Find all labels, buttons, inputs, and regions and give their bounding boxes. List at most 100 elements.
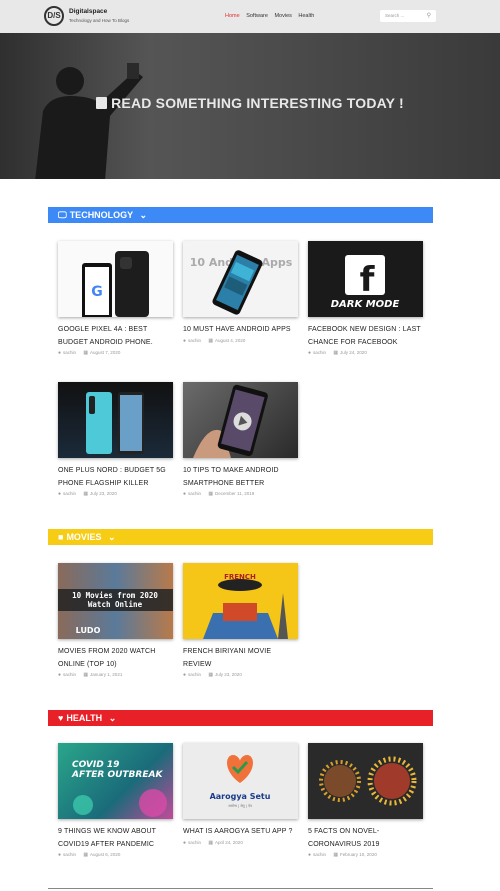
calendar-icon: ▦	[208, 491, 214, 497]
oneplus-nord-image	[86, 392, 144, 454]
user-icon: ●	[308, 852, 312, 858]
thumb-text: DARK MODE	[331, 299, 400, 310]
calendar-icon: ▦	[333, 852, 339, 858]
post-thumbnail[interactable]: 10 Movies from 2020 Watch Online LUDO	[58, 563, 173, 639]
svg-text:Watch Online: Watch Online	[88, 600, 143, 609]
search-input[interactable]: Search ... ⚲	[380, 10, 436, 22]
site-header: D/S Digitalspace Technology and How To B…	[0, 0, 500, 33]
search-icon[interactable]: ⚲	[427, 12, 431, 19]
facebook-dark-mode-image: f DARK MODE	[331, 255, 400, 310]
post-title[interactable]: ONE PLUS NORD : BUDGET 5G PHONE FLAGSHIP…	[58, 465, 173, 490]
post-card[interactable]: FRENCH FRENCH BIRIYANI MOVIE REVIEW ● sac…	[183, 563, 298, 678]
post-title[interactable]: 9 THINGS WE KNOW ABOUT COVID19 AFTER PAN…	[58, 826, 173, 851]
post-title[interactable]: FACEBOOK NEW DESIGN : LAST CHANCE FOR FA…	[308, 324, 423, 349]
section-title: HEALTH	[66, 713, 103, 723]
calendar-icon: ▦	[83, 852, 89, 858]
post-card[interactable]: 5 FACTS ON NOVEL-CORONAVIRUS 2019 ● sachi…	[308, 743, 423, 858]
post-thumbnail[interactable]: 10 Android Apps	[183, 241, 298, 317]
nav-software[interactable]: Software	[246, 13, 268, 19]
post-thumbnail[interactable]: COVID 19 AFTER OUTBREAK	[58, 743, 173, 819]
post-card[interactable]: 10 TIPS TO MAKE ANDROID SMARTPHONE BETTE…	[183, 382, 298, 497]
nav-health[interactable]: Health	[298, 13, 314, 19]
section-bar-movies[interactable]: ■ MOVIES ⌄	[48, 529, 433, 545]
post-title[interactable]: MOVIES FROM 2020 WATCH ONLINE (TOP 10)	[58, 646, 173, 671]
nav-home[interactable]: Home	[225, 13, 240, 19]
book-icon	[96, 97, 108, 109]
video-camera-icon: ■	[58, 532, 64, 542]
post-meta: ● sachin ▦ February 10, 2020	[308, 852, 423, 858]
post-thumbnail[interactable]	[308, 743, 423, 819]
user-icon: ●	[183, 672, 187, 678]
post-card[interactable]: Aarogya Setu आरोग्य | सेतु | ऐप WHAT IS …	[183, 743, 298, 846]
post-thumbnail[interactable]	[183, 382, 298, 458]
post-author[interactable]: sachin	[188, 491, 201, 496]
user-icon: ●	[58, 852, 62, 858]
site-tagline: Technology and How To Blogs	[69, 18, 130, 23]
android-apps-image: 10 Android Apps	[190, 250, 293, 315]
nav-movies[interactable]: Movies	[274, 13, 291, 19]
site-brand[interactable]: Digitalspace	[69, 8, 107, 15]
post-card[interactable]: COVID 19 AFTER OUTBREAK 9 THINGS WE KNOW…	[58, 743, 173, 858]
svg-text:AFTER OUTBREAK: AFTER OUTBREAK	[71, 770, 163, 780]
section-bar-health[interactable]: ♥ HEALTH ⌄	[48, 710, 433, 726]
post-thumbnail[interactable]	[58, 382, 173, 458]
post-meta: ● sachin ▦ December 11, 2019	[183, 491, 298, 497]
post-card[interactable]: 10 Movies from 2020 Watch Online LUDO MO…	[58, 563, 173, 678]
post-card[interactable]: ONE PLUS NORD : BUDGET 5G PHONE FLAGSHIP…	[58, 382, 173, 497]
calendar-icon: ▦	[83, 491, 89, 497]
user-icon: ●	[58, 350, 62, 356]
post-card[interactable]: G GOOGLE PIXEL 4A : BEST BUDGET ANDROID …	[58, 241, 173, 356]
calendar-icon: ▦	[83, 672, 89, 678]
post-meta: ● sachin ▦ August 7, 2020	[58, 350, 173, 356]
post-author[interactable]: sachin	[63, 350, 76, 355]
heartbeat-icon: ♥	[58, 713, 64, 723]
french-biriyani-poster-image: FRENCH	[203, 573, 288, 639]
post-meta: ● sachin ▦ January 1, 2021	[58, 672, 173, 678]
covid-outbreak-image: COVID 19 AFTER OUTBREAK	[71, 760, 167, 817]
svg-text:Aarogya Setu: Aarogya Setu	[210, 792, 271, 801]
post-author[interactable]: sachin	[63, 672, 76, 677]
post-author[interactable]: sachin	[188, 840, 201, 845]
post-author[interactable]: sachin	[313, 852, 326, 857]
post-author[interactable]: sachin	[313, 350, 326, 355]
movies-collage-image: 10 Movies from 2020 Watch Online LUDO	[58, 589, 173, 635]
post-date: February 10, 2020	[340, 852, 377, 857]
post-meta: ● sachin ▦ August 6, 2020	[58, 852, 173, 858]
post-title[interactable]: 5 FACTS ON NOVEL-CORONAVIRUS 2019	[308, 826, 423, 851]
post-author[interactable]: sachin	[188, 672, 201, 677]
svg-text:आरोग्य | सेतु | ऐप: आरोग्य | सेतु | ऐप	[228, 803, 253, 808]
user-icon: ●	[183, 491, 187, 497]
post-author[interactable]: sachin	[63, 491, 76, 496]
monitor-icon: 🖵	[58, 210, 67, 220]
post-title[interactable]: WHAT IS AAROGYA SETU APP ?	[183, 826, 298, 839]
aarogya-setu-image: Aarogya Setu आरोग्य | सेतु | ऐप	[210, 755, 271, 808]
post-date: July 23, 2020	[215, 672, 242, 677]
post-date: January 1, 2021	[90, 672, 123, 677]
post-date: December 11, 2019	[215, 491, 255, 496]
post-author[interactable]: sachin	[188, 338, 201, 343]
svg-text:COVID 19: COVID 19	[72, 760, 119, 770]
post-thumbnail[interactable]: Aarogya Setu आरोग्य | सेतु | ऐप	[183, 743, 298, 819]
post-thumbnail[interactable]: G	[58, 241, 173, 317]
post-thumbnail[interactable]: f DARK MODE	[308, 241, 423, 317]
post-title[interactable]: FRENCH BIRIYANI MOVIE REVIEW	[183, 646, 298, 671]
coronavirus-image	[319, 756, 417, 806]
post-card[interactable]: f DARK MODE FACEBOOK NEW DESIGN : LAST C…	[308, 241, 423, 356]
post-card[interactable]: 10 Android Apps 10 MUST HAVE ANDROID APP…	[183, 241, 298, 344]
post-title[interactable]: 10 MUST HAVE ANDROID APPS	[183, 324, 298, 337]
section-bar-technology[interactable]: 🖵 TECHNOLOGY ⌄	[48, 207, 433, 223]
post-thumbnail[interactable]: FRENCH	[183, 563, 298, 639]
hero-title: READ SOMETHING INTERESTING TODAY !	[0, 95, 500, 111]
hero-banner: READ SOMETHING INTERESTING TODAY !	[0, 33, 500, 179]
post-title[interactable]: 10 TIPS TO MAKE ANDROID SMARTPHONE BETTE…	[183, 465, 298, 490]
post-author[interactable]: sachin	[63, 852, 76, 857]
site-logo[interactable]: D/S	[44, 6, 64, 26]
post-title[interactable]: GOOGLE PIXEL 4A : BEST BUDGET ANDROID PH…	[58, 324, 173, 349]
post-date: July 24, 2020	[340, 350, 367, 355]
pixel-phone-image: G	[82, 251, 149, 317]
post-meta: ● sachin ▦ July 23, 2020	[58, 491, 173, 497]
post-meta: ● sachin ▦ April 24, 2020	[183, 840, 298, 846]
hand-smartphone-image	[193, 384, 268, 458]
svg-text:10 Movies from 2020: 10 Movies from 2020	[72, 591, 158, 600]
calendar-icon: ▦	[333, 350, 339, 356]
